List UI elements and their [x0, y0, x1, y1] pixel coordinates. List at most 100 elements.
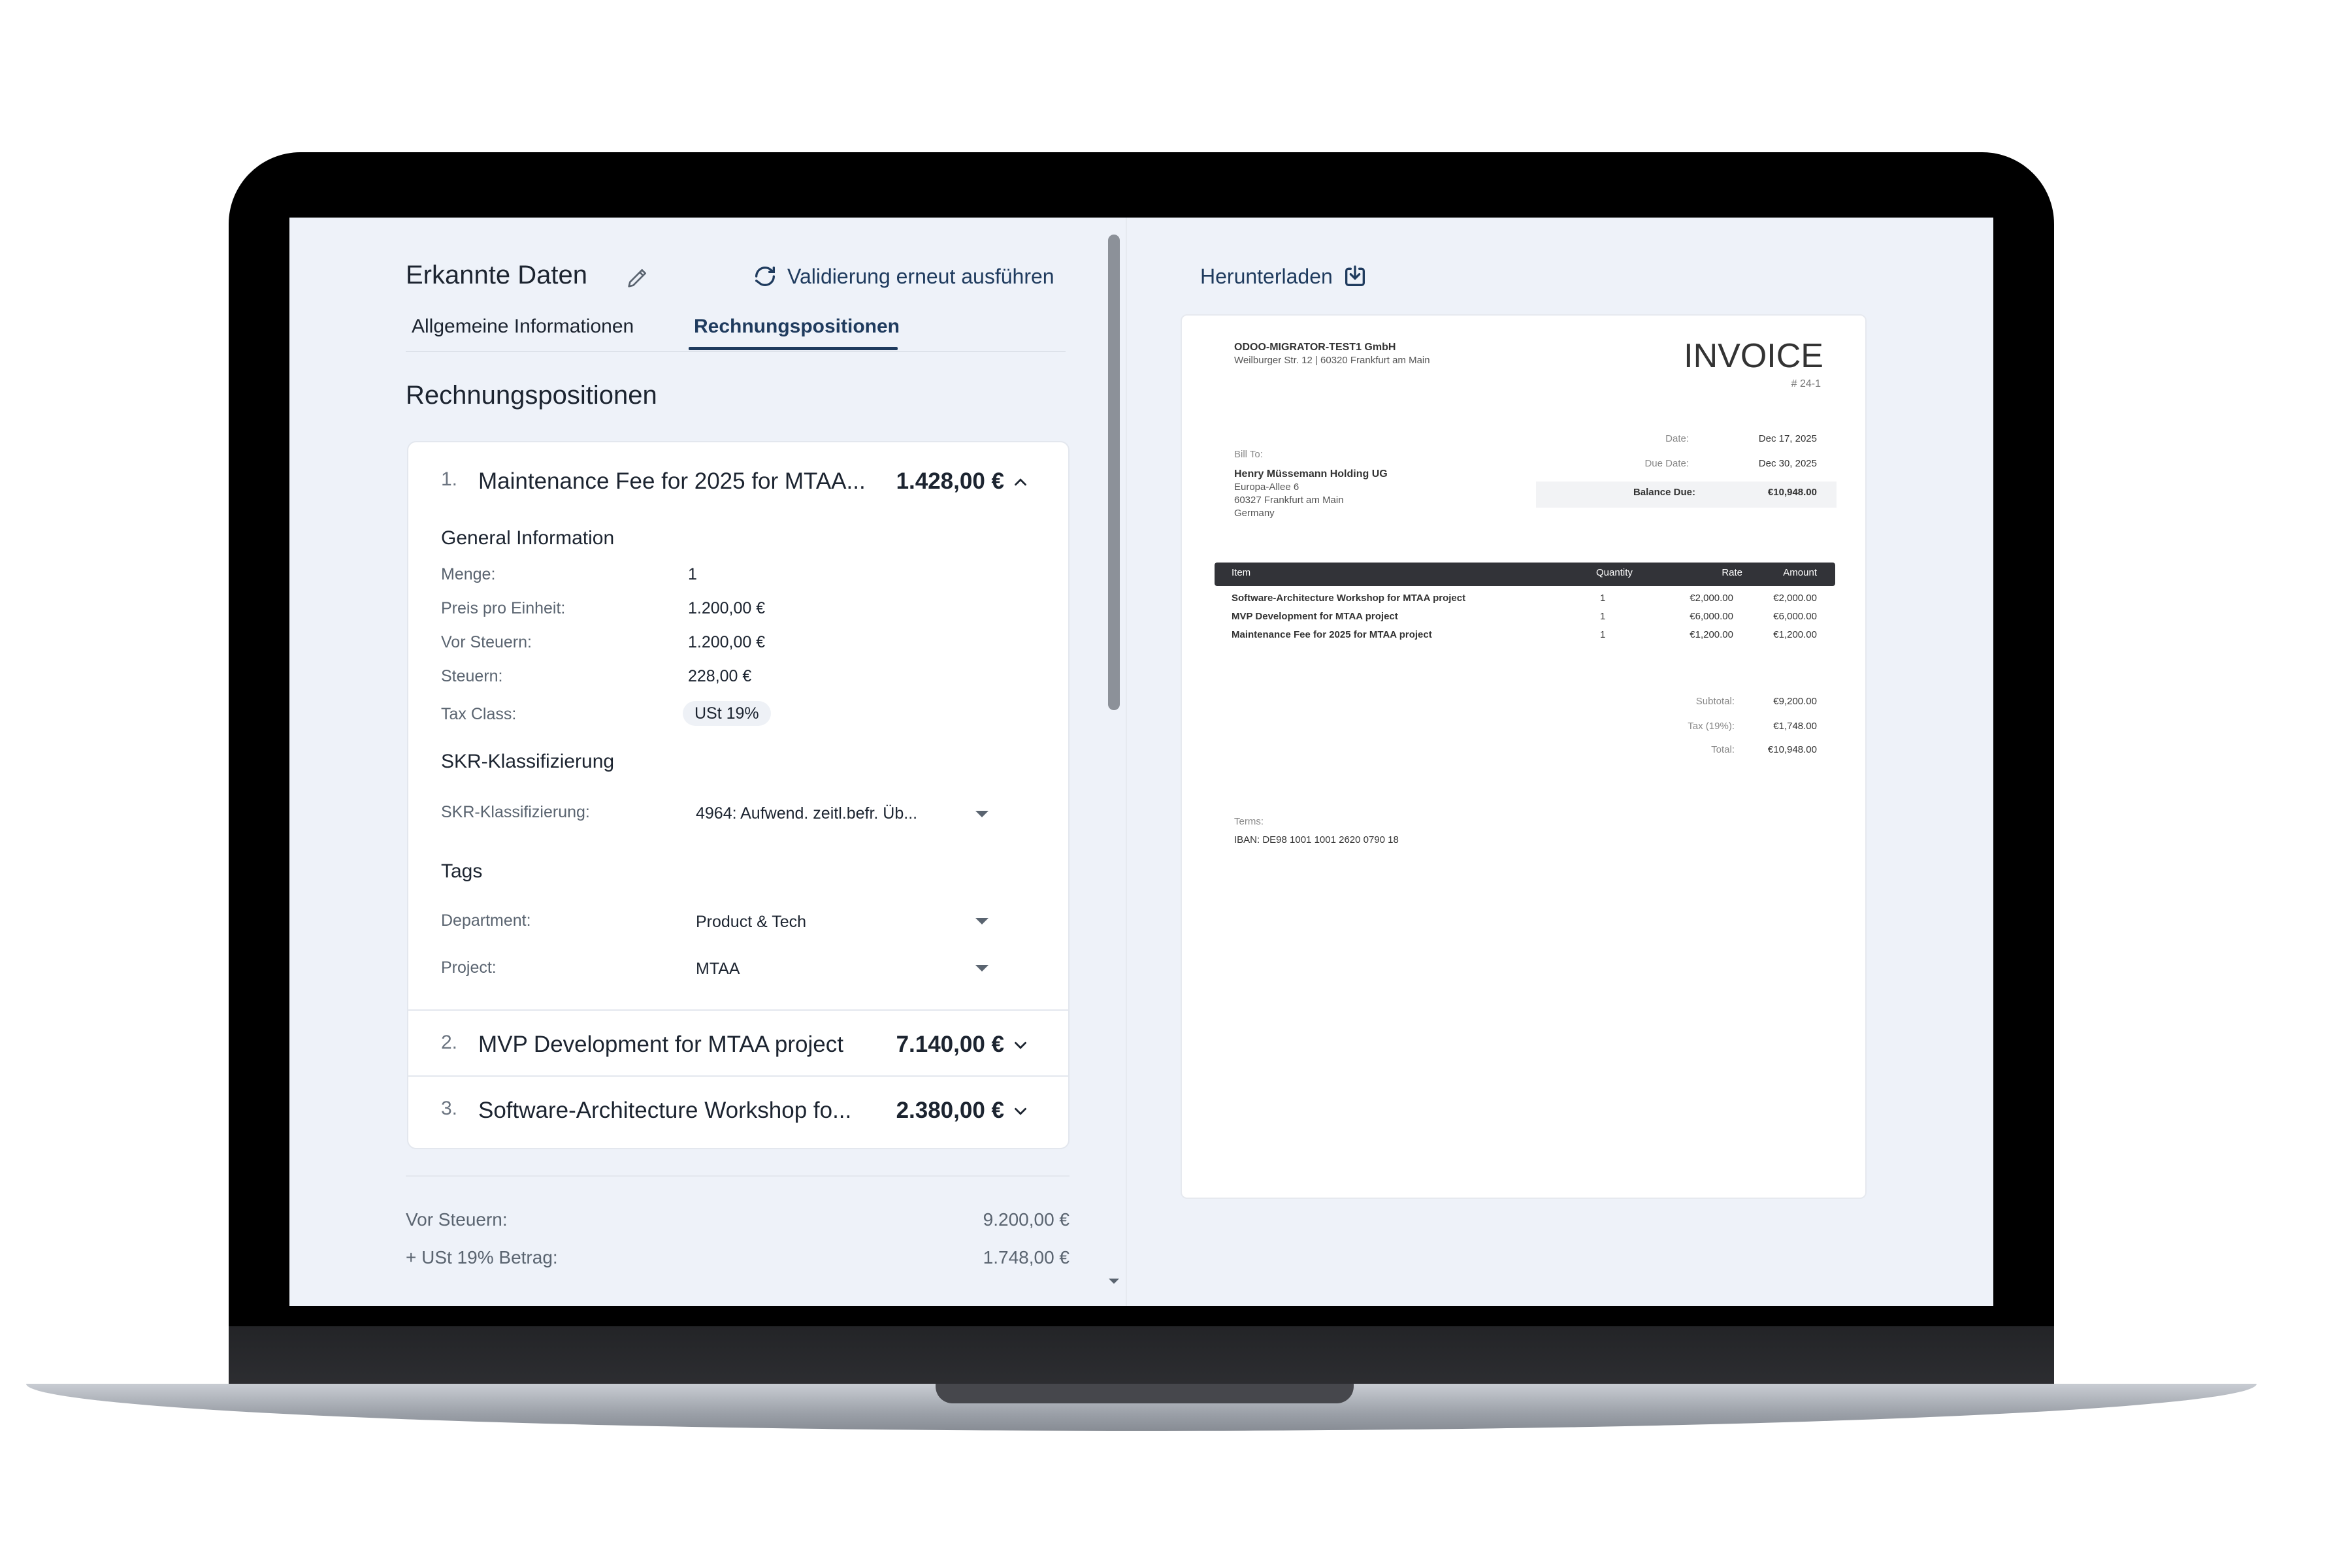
- download-icon: [1345, 265, 1365, 286]
- field-label: Steuern:: [441, 667, 503, 685]
- doc-date: Dec 17, 2025: [1758, 433, 1817, 444]
- chevron-down-icon[interactable]: [1011, 1102, 1030, 1121]
- total-vat-value: 1.748,00 €: [983, 1247, 1070, 1267]
- section-title: Rechnungspositionen: [406, 381, 657, 410]
- doc-balance: €10,948.00: [1767, 487, 1817, 498]
- position-amount: 2.380,00 €: [896, 1098, 1004, 1123]
- total-net-value: 9.200,00 €: [983, 1209, 1070, 1230]
- tax-class-badge: USt 19%: [683, 701, 771, 726]
- chevron-down-icon[interactable]: [1011, 1036, 1030, 1055]
- tab-bar: Allgemeine Informationen Rechnungspositi…: [406, 313, 1066, 352]
- extracted-data-panel: Erkannte Daten Validierung erneut ausfüh…: [289, 218, 1113, 1306]
- doc-item-name: Maintenance Fee for 2025 for MTAA projec…: [1232, 629, 1432, 640]
- doc-client-address-line: Germany: [1234, 508, 1275, 519]
- field-value-net: 1.200,00 €: [688, 633, 766, 651]
- doc-total: €10,948.00: [1767, 744, 1817, 755]
- position-title: Maintenance Fee for 2025 for MTAA...: [478, 468, 866, 494]
- field-value-tax: 228,00 €: [688, 667, 752, 685]
- positions-card: 1. Maintenance Fee for 2025 for MTAA... …: [407, 441, 1070, 1149]
- doc-total-label: Total:: [1711, 744, 1735, 755]
- app-screen: Erkannte Daten Validierung erneut ausfüh…: [289, 218, 1993, 1306]
- tab-general-info[interactable]: Allgemeine Informationen: [412, 316, 634, 338]
- doc-tax: €1,748.00: [1773, 721, 1817, 732]
- field-value-quantity: 1: [688, 565, 697, 583]
- field-value-unit-price: 1.200,00 €: [688, 599, 766, 617]
- refresh-icon: [755, 267, 775, 286]
- doc-number: # 24-1: [1791, 378, 1821, 389]
- position-amount: 1.428,00 €: [896, 468, 1004, 494]
- position-header-3[interactable]: 3. Software-Architecture Workshop fo... …: [408, 1075, 1068, 1141]
- position-amount: 7.140,00 €: [896, 1032, 1004, 1057]
- field-label: Menge:: [441, 565, 496, 583]
- doc-item-qty: 1: [1600, 629, 1606, 640]
- doc-item-name: MVP Development for MTAA project: [1232, 611, 1398, 622]
- edit-pencil-icon[interactable]: [625, 265, 651, 291]
- doc-item-rate: €1,200.00: [1690, 629, 1733, 640]
- scrollbar-thumb[interactable]: [1108, 235, 1120, 710]
- doc-subtotal: €9,200.00: [1773, 696, 1817, 707]
- download-button[interactable]: Herunterladen: [1200, 263, 1368, 289]
- position-header-2[interactable]: 2. MVP Development for MTAA project 7.14…: [408, 1009, 1068, 1075]
- doc-due-date: Dec 30, 2025: [1758, 458, 1817, 469]
- totals-divider: [406, 1175, 1070, 1177]
- project-select[interactable]: MTAA: [696, 960, 740, 979]
- tab-invoice-positions[interactable]: Rechnungspositionen: [694, 316, 900, 338]
- doc-subtotal-label: Subtotal:: [1695, 696, 1735, 707]
- doc-col-rate: Rate: [1722, 567, 1742, 578]
- position-header-1[interactable]: 1. Maintenance Fee for 2025 for MTAA... …: [408, 442, 1068, 508]
- doc-title: INVOICE: [1684, 337, 1823, 375]
- scroll-down-arrow[interactable]: [1109, 1279, 1119, 1284]
- field-label: Vor Steuern:: [441, 633, 532, 651]
- tags-heading: Tags: [441, 860, 483, 882]
- doc-client-name: Henry Müssemann Holding UG: [1234, 468, 1388, 480]
- position-number: 3.: [441, 1098, 458, 1119]
- doc-balance-label: Balance Due:: [1633, 487, 1695, 498]
- doc-iban: IBAN: DE98 1001 1001 2620 0790 18: [1234, 834, 1399, 845]
- revalidate-button[interactable]: Validierung erneut ausführen: [752, 263, 1054, 289]
- doc-client-address-line: 60327 Frankfurt am Main: [1234, 495, 1344, 506]
- doc-item-amount: €2,000.00: [1773, 593, 1817, 604]
- laptop-notch: [936, 1384, 1354, 1403]
- position-number: 1.: [441, 468, 458, 490]
- skr-heading: SKR-Klassifizierung: [441, 751, 615, 772]
- doc-item-qty: 1: [1600, 611, 1606, 622]
- position-title: Software-Architecture Workshop fo...: [478, 1098, 852, 1123]
- download-label: Herunterladen: [1200, 264, 1333, 288]
- doc-due-label: Due Date:: [1644, 458, 1689, 469]
- skr-label: SKR-Klassifizierung:: [441, 803, 590, 821]
- active-tab-indicator: [689, 347, 898, 350]
- doc-bill-to-label: Bill To:: [1234, 449, 1263, 460]
- doc-date-label: Date:: [1665, 433, 1689, 444]
- doc-col-amount: Amount: [1783, 567, 1817, 578]
- position-title: MVP Development for MTAA project: [478, 1032, 843, 1057]
- doc-col-quantity: Quantity: [1596, 567, 1633, 578]
- general-info-heading: General Information: [441, 527, 615, 549]
- total-label: Vor Steuern:: [406, 1209, 508, 1230]
- position-number: 2.: [441, 1032, 458, 1053]
- doc-item-rate: €6,000.00: [1690, 611, 1733, 622]
- total-label: + USt 19% Betrag:: [406, 1247, 558, 1267]
- caret-down-icon[interactable]: [975, 811, 988, 817]
- skr-select[interactable]: 4964: Aufwend. zeitl.befr. Üb...: [696, 804, 917, 823]
- panel-title: Erkannte Daten: [406, 261, 587, 289]
- field-label: Preis pro Einheit:: [441, 599, 566, 617]
- doc-item-qty: 1: [1600, 593, 1606, 604]
- doc-item-amount: €1,200.00: [1773, 629, 1817, 640]
- chevron-up-icon[interactable]: [1011, 472, 1030, 492]
- doc-client-address-line: Europa-Allee 6: [1234, 482, 1299, 493]
- doc-terms-label: Terms:: [1234, 816, 1264, 827]
- department-select[interactable]: Product & Tech: [696, 913, 806, 932]
- doc-col-item: Item: [1232, 567, 1251, 578]
- tag-label: Project:: [441, 958, 497, 977]
- pane-divider: [1126, 218, 1127, 1306]
- revalidate-label: Validierung erneut ausführen: [787, 264, 1054, 288]
- doc-item-name: Software-Architecture Workshop for MTAA …: [1232, 593, 1466, 604]
- doc-company: ODOO-MIGRATOR-TEST1 GmbH: [1234, 342, 1396, 353]
- caret-down-icon[interactable]: [975, 918, 988, 924]
- invoice-preview: ODOO-MIGRATOR-TEST1 GmbH Weilburger Str.…: [1181, 314, 1867, 1199]
- doc-item-amount: €6,000.00: [1773, 611, 1817, 622]
- doc-item-rate: €2,000.00: [1690, 593, 1733, 604]
- doc-company-address: Weilburger Str. 12 | 60320 Frankfurt am …: [1234, 355, 1430, 366]
- caret-down-icon[interactable]: [975, 965, 988, 972]
- doc-tax-label: Tax (19%):: [1688, 721, 1735, 732]
